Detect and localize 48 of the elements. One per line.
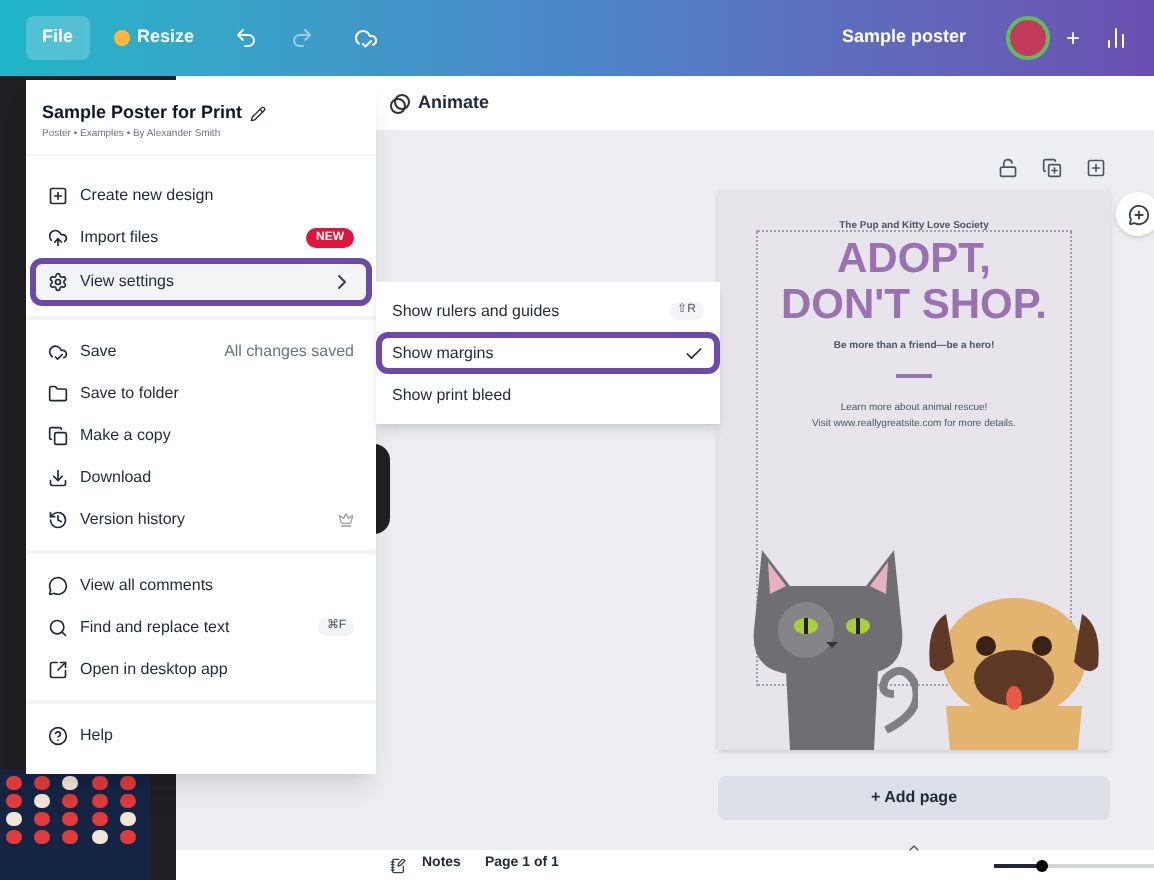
cloud-check-icon[interactable]: [354, 26, 379, 50]
animate-button[interactable]: Animate: [390, 89, 490, 117]
add-icon[interactable]: [1086, 158, 1106, 178]
animate-icon: [390, 93, 410, 113]
save-status: All changes saved: [224, 339, 354, 363]
menu-item[interactable]: Help: [30, 714, 372, 756]
add-page-button[interactable]: + Add page: [718, 776, 1110, 820]
cloud-upload-icon: [48, 227, 68, 247]
hearts-poster-thumbnail[interactable]: [0, 770, 150, 880]
comment-add-icon: [1127, 203, 1149, 225]
design-title[interactable]: Sample Poster for Print: [42, 100, 243, 127]
menu-item[interactable]: Save All changes saved: [30, 330, 372, 372]
menu-item[interactable]: View settings: [30, 258, 372, 306]
lock-icon[interactable]: [998, 158, 1018, 178]
pencil-icon[interactable]: [250, 105, 267, 122]
chart-icon[interactable]: [1104, 26, 1128, 50]
menu-item[interactable]: Download: [30, 456, 372, 498]
check-icon: [684, 343, 704, 363]
zoom-thumb[interactable]: [1036, 859, 1048, 871]
menu-item[interactable]: Create new design: [30, 174, 372, 216]
add-collaborator-button[interactable]: +: [1065, 20, 1080, 56]
headline: ADOPT,: [836, 235, 991, 281]
folder-icon: [48, 383, 68, 403]
menu-item[interactable]: Make a copy: [30, 414, 372, 456]
cloud-check-icon: [48, 341, 68, 361]
comment-icon: [48, 575, 68, 595]
submenu-item[interactable]: Show print bleed: [376, 374, 720, 416]
accent-line: [896, 374, 932, 378]
submenu-item[interactable]: Show margins: [376, 332, 720, 374]
duplicate-icon[interactable]: [1042, 158, 1062, 178]
external-link-icon: [48, 659, 68, 679]
help-icon: [48, 725, 68, 745]
menu-item[interactable]: Save to folder: [30, 372, 372, 414]
undo-icon[interactable]: [234, 26, 259, 50]
chevron-up-icon[interactable]: [906, 840, 922, 856]
menu-item[interactable]: Open in desktop app: [30, 648, 372, 690]
comment-add-button[interactable]: [1116, 192, 1154, 236]
download-icon: [48, 467, 68, 487]
notes-icon: [390, 857, 406, 873]
document-title[interactable]: Sample poster: [841, 24, 966, 52]
copy-icon: [48, 425, 68, 445]
plus-square-icon: [48, 185, 68, 205]
settings-icon: [48, 272, 68, 292]
search-icon: [48, 617, 68, 637]
menu-item[interactable]: Version history: [30, 498, 372, 540]
menu-item[interactable]: View all comments: [30, 564, 372, 606]
headline: DON'T SHOP.: [781, 281, 1047, 327]
history-icon: [48, 509, 68, 529]
